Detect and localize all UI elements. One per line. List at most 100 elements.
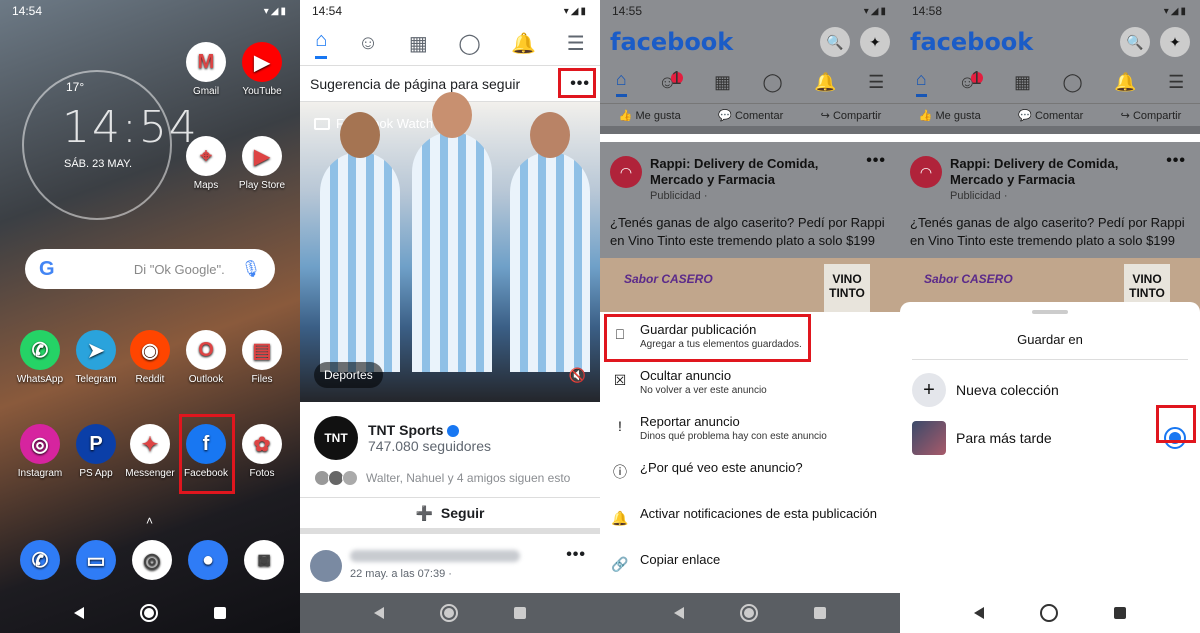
profile-tab-icon[interactable]: ◯ — [1063, 72, 1083, 93]
app-gmail[interactable]: M Gmail — [178, 42, 234, 97]
mic-icon[interactable]: 🎙 — [241, 259, 261, 279]
groups-tab-icon[interactable]: ☺1 — [658, 68, 683, 93]
clock-widget[interactable]: 17° 14:54 SÁB. 23 MAY. — [22, 70, 197, 220]
status-time: 14:54 — [12, 4, 43, 18]
notifications-tab-icon[interactable]: 🔔 — [814, 72, 836, 93]
menu-item-hide[interactable]: ☒ Ocultar anuncio No volver a ver este anu… — [600, 362, 900, 408]
app-ps-app[interactable]: P PS App — [68, 424, 124, 479]
home-icon[interactable] — [440, 604, 458, 622]
groups-tab-icon[interactable]: ☺ — [358, 32, 378, 55]
dock-chrome[interactable]: ◎ — [124, 540, 180, 584]
groups-tab-icon[interactable]: ☺1 — [958, 69, 983, 93]
dock-phone[interactable]: ✆ — [12, 540, 68, 584]
rappi-logo[interactable]: ◠ — [610, 156, 642, 188]
more-options-button[interactable]: ••• — [1166, 152, 1186, 170]
dock-camera[interactable]: ◙ — [236, 540, 292, 584]
profile-tab-icon[interactable]: ◯ — [763, 72, 783, 93]
ad-image-left-text: Sabor CASERO — [624, 272, 713, 286]
comment-button[interactable]: 💬 Comentar — [1018, 109, 1083, 122]
avatar[interactable] — [310, 550, 342, 582]
app-telegram[interactable]: ➤ Telegram — [68, 330, 124, 385]
home-tab-icon[interactable]: ⌂ — [615, 69, 627, 97]
menu-item-info[interactable]: ⓘ ¿Por qué veo este anuncio? — [600, 454, 900, 500]
home-icon[interactable] — [1040, 604, 1058, 622]
menu-item-desc: Dinos qué problema hay con este anuncio — [640, 431, 827, 442]
back-icon[interactable] — [374, 607, 384, 619]
app-files[interactable]: ▤ Files — [234, 330, 290, 385]
app-play-store[interactable]: ▶ Play Store — [234, 136, 290, 191]
like-button[interactable]: 👍 Me gusta — [619, 109, 681, 122]
post-actions: 👍 Me gusta 💬 Comentar ↪ Compartir — [600, 104, 900, 134]
menu-item-bell[interactable]: 🔔 Activar notificaciones de esta publicac… — [600, 500, 900, 546]
like-button[interactable]: 👍 Me gusta — [919, 109, 981, 122]
recents-icon[interactable] — [514, 607, 526, 619]
messenger-icon[interactable]: ✦ — [860, 27, 890, 57]
android-home-screen: 14:54 ▾◢▮ 17° 14:54 SÁB. 23 MAY. M Gmail ▶… — [0, 0, 300, 633]
new-collection-item[interactable]: + Nueva colección — [900, 366, 1200, 414]
back-icon[interactable] — [74, 607, 84, 619]
dock-contacts[interactable]: ● — [180, 540, 236, 584]
recents-icon[interactable] — [814, 607, 826, 619]
dock-messages[interactable]: ▭ — [68, 540, 124, 584]
app-whatsapp[interactable]: ✆ WhatsApp — [12, 330, 68, 385]
menu-tab-icon[interactable]: ☰ — [1168, 72, 1184, 93]
messenger-icon[interactable]: ✦ — [1160, 27, 1190, 57]
menu-tab-icon[interactable]: ☰ — [567, 31, 585, 56]
google-search-bar[interactable]: G Di "Ok Google". 🎙 — [25, 249, 275, 289]
comment-button[interactable]: 💬 Comentar — [718, 109, 783, 122]
ad-image-left-text: Sabor CASERO — [924, 272, 1013, 286]
home-icon[interactable] — [140, 604, 158, 622]
app-youtube[interactable]: ▶ YouTube — [234, 42, 290, 97]
marketplace-tab-icon[interactable]: ▦ — [1014, 72, 1031, 93]
search-icon[interactable]: 🔍 — [820, 27, 850, 57]
home-tab-icon[interactable]: ⌂ — [915, 69, 927, 97]
page-name-text: TNT Sports — [368, 422, 444, 438]
notifications-tab-icon[interactable]: 🔔 — [1114, 72, 1136, 93]
more-options-button[interactable]: ••• — [566, 546, 586, 564]
recents-icon[interactable] — [1114, 607, 1126, 619]
menu-item-title: Copiar enlace — [640, 552, 721, 567]
mute-icon[interactable]: 🔇 — [569, 367, 586, 384]
ad-title[interactable]: Rappi: Delivery de Comida, Mercado y Far… — [950, 156, 1150, 188]
profile-tab-icon[interactable]: ◯ — [458, 31, 480, 56]
rappi-logo[interactable]: ◠ — [910, 156, 942, 188]
messages-icon: ▭ — [76, 540, 116, 580]
camera-icon: ◙ — [244, 540, 284, 580]
video-player[interactable]: Facebook Watch Deportes 🔇 — [300, 92, 600, 402]
notifications-tab-icon[interactable]: 🔔 — [511, 31, 536, 56]
search-icon[interactable]: 🔍 — [1120, 27, 1150, 57]
menu-item-link[interactable]: 🔗 Copiar enlace — [600, 546, 900, 592]
hide-icon: ☒ — [613, 372, 627, 388]
follow-button[interactable]: ➕ Seguir — [300, 498, 600, 534]
category-chip[interactable]: Deportes — [314, 362, 383, 388]
app-drawer-chevron-icon[interactable]: ˄ — [146, 514, 153, 528]
app-outlook[interactable]: O Outlook — [178, 330, 234, 385]
share-button[interactable]: ↪ Compartir — [821, 109, 882, 122]
home-tab-icon[interactable]: ⌂ — [315, 29, 328, 59]
app-label: Messenger — [125, 468, 175, 479]
page-name[interactable]: TNT Sports — [368, 422, 460, 438]
recents-icon[interactable] — [214, 607, 226, 619]
app-fotos[interactable]: ✿ Fotos — [234, 424, 290, 479]
marketplace-tab-icon[interactable]: ▦ — [409, 31, 428, 56]
link-icon: 🔗 — [611, 556, 629, 572]
app-messenger[interactable]: ✦ Messenger — [122, 424, 178, 479]
app-instagram[interactable]: ◎ Instagram — [12, 424, 68, 479]
gmail-icon: M — [186, 42, 226, 82]
ad-title[interactable]: Rappi: Delivery de Comida, Mercado y Far… — [650, 156, 850, 188]
back-icon[interactable] — [974, 607, 984, 619]
friend-avatar — [342, 470, 358, 486]
share-button[interactable]: ↪ Compartir — [1121, 109, 1182, 122]
app-label: Maps — [193, 180, 219, 191]
more-options-button[interactable]: ••• — [866, 152, 886, 170]
menu-item-report[interactable]: ! Reportar anuncio Dinos qué problema hay … — [600, 408, 900, 454]
app-reddit[interactable]: ◉ Reddit — [122, 330, 178, 385]
menu-tab-icon[interactable]: ☰ — [868, 72, 884, 93]
back-icon[interactable] — [674, 607, 684, 619]
later-collection-item[interactable]: Para más tarde — [900, 414, 1200, 462]
app-maps[interactable]: ⌖ Maps — [178, 136, 234, 191]
notification-badge: 1 — [670, 68, 683, 88]
home-icon[interactable] — [740, 604, 758, 622]
tnt-logo[interactable]: TNT — [314, 416, 358, 460]
marketplace-tab-icon[interactable]: ▦ — [714, 72, 731, 93]
